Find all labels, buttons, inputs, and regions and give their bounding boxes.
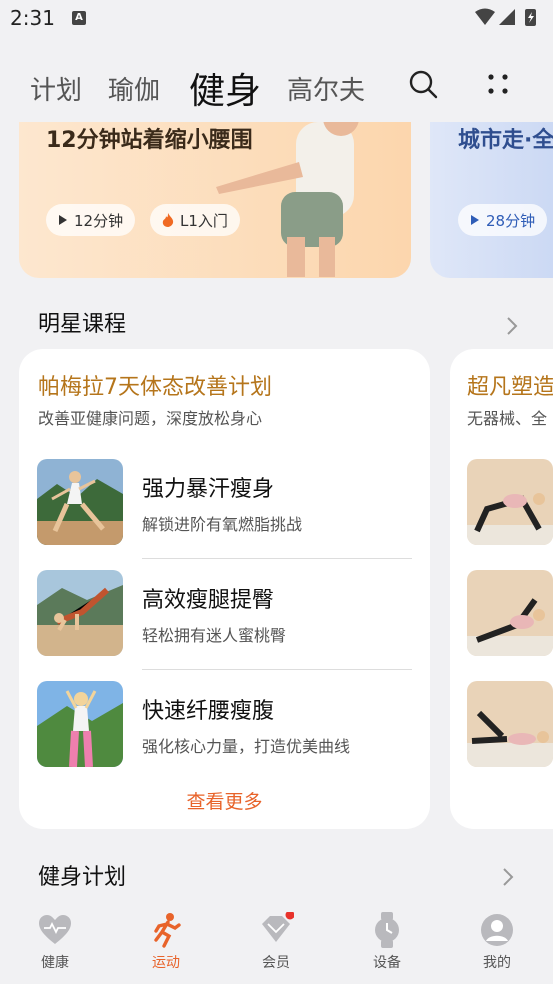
course-title: 强力暴汗瘦身	[142, 477, 275, 502]
nav-devices[interactable]: 设备	[347, 912, 427, 972]
course-item[interactable]: 高效瘦腿提臀 轻松拥有迷人蜜桃臀	[37, 570, 412, 658]
more-dots-icon	[488, 74, 508, 94]
notification-a-icon: A	[72, 11, 86, 25]
status-icons	[473, 7, 543, 33]
card-title: 超凡塑造	[467, 375, 553, 400]
chevron-right-icon[interactable]	[498, 867, 518, 887]
diamond-icon	[262, 910, 295, 942]
chevron-right-icon[interactable]	[502, 316, 522, 336]
nav-profile[interactable]: 我的	[457, 912, 537, 972]
bottom-navigation: 健康 运动 会员 设备 我的	[0, 900, 553, 984]
course-thumbnail	[37, 681, 123, 767]
nav-exercise[interactable]: 运动	[126, 912, 206, 972]
search-icon	[409, 70, 438, 99]
signal-icon	[499, 9, 515, 25]
notification-dot	[285, 910, 295, 920]
duration-pill: 12分钟	[46, 204, 136, 236]
course-item[interactable]: 快速纤腰瘦腹 强化核心力量，打造优美曲线	[37, 681, 412, 769]
course-plan-card-2[interactable]: 超凡塑造 无器械、全	[450, 349, 553, 829]
duration-text: 12分钟	[74, 211, 124, 230]
tab-golf[interactable]: 高尔夫	[287, 70, 365, 107]
star-courses-title: 明星课程	[38, 312, 127, 337]
nav-label: 会员	[262, 955, 290, 971]
course-plan-card[interactable]: 帕梅拉7天体态改善计划 改善亚健康问题，深度放松身心 强力暴汗瘦身 解锁进阶有氧…	[19, 349, 430, 829]
banner-athlete-image	[216, 122, 359, 277]
nav-membership[interactable]: 会员	[236, 910, 316, 972]
user-icon	[481, 914, 513, 946]
duration-text: 28分钟	[486, 211, 536, 230]
search-button[interactable]	[405, 66, 441, 102]
level-pill: L1入门	[150, 204, 240, 236]
course-thumbnail	[467, 681, 553, 767]
card-title: 帕梅拉7天体态改善计划	[38, 375, 272, 400]
duration-pill: 28分钟	[458, 204, 548, 236]
wifi-icon	[475, 8, 495, 25]
course-subtitle: 轻松拥有迷人蜜桃臀	[142, 626, 287, 645]
running-icon	[154, 913, 181, 948]
play-icon	[59, 215, 67, 225]
nav-label: 健康	[41, 955, 69, 971]
play-icon	[471, 215, 479, 225]
course-title: 快速纤腰瘦腹	[142, 699, 275, 724]
banner-course-2[interactable]: 城市走·全 28分钟	[430, 122, 553, 278]
course-thumbnail	[37, 459, 123, 545]
course-subtitle: 强化核心力量，打造优美曲线	[142, 737, 351, 756]
nav-label: 我的	[483, 955, 511, 971]
category-tabs: 计划 瑜伽 健身 高尔夫	[0, 52, 553, 112]
course-subtitle: 解锁进阶有氧燃脂挑战	[142, 515, 303, 534]
nav-label: 设备	[373, 955, 401, 971]
fitness-plan-title: 健身计划	[38, 865, 127, 890]
card-subtitle: 改善亚健康问题，深度放松身心	[38, 409, 263, 428]
tab-yoga[interactable]: 瑜伽	[108, 70, 160, 107]
heart-icon	[39, 915, 71, 944]
banner-title: 城市走·全	[458, 128, 553, 153]
tab-plan[interactable]: 计划	[30, 70, 82, 107]
nav-label: 运动	[152, 955, 180, 971]
card-subtitle: 无器械、全	[467, 409, 548, 428]
view-more-link[interactable]: 查看更多	[19, 787, 430, 814]
course-title: 高效瘦腿提臀	[142, 588, 275, 613]
course-thumbnail	[467, 570, 553, 656]
tab-fitness[interactable]: 健身	[189, 62, 261, 114]
divider	[142, 558, 412, 559]
status-time: 2:31	[10, 6, 55, 30]
course-item[interactable]: 强力暴汗瘦身 解锁进阶有氧燃脂挑战	[37, 459, 412, 547]
nav-health[interactable]: 健康	[15, 912, 95, 972]
course-thumbnail	[37, 570, 123, 656]
watch-icon	[375, 912, 399, 948]
level-text: L1入门	[180, 211, 228, 230]
status-bar: 2:31 A	[0, 0, 553, 38]
divider	[142, 669, 412, 670]
course-thumbnail	[467, 459, 553, 545]
banner-course-1[interactable]: 12分钟站着缩小腰围 12分钟 L1入门	[19, 122, 411, 278]
flame-icon	[162, 213, 174, 227]
more-menu-button[interactable]	[480, 66, 516, 102]
